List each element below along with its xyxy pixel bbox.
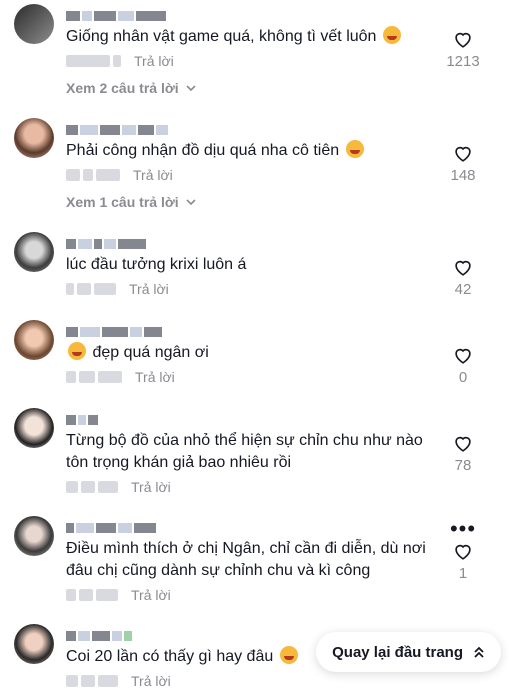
comment-meta: Trả lời — [66, 672, 171, 690]
heart-outline-icon — [455, 348, 471, 364]
heart-outline-icon — [455, 544, 471, 560]
heart-outline-icon — [455, 32, 471, 48]
reply-button[interactable]: Trả lời — [133, 167, 173, 183]
comment-text: Phải công nhận đồ dịu quá nha cô tiên — [66, 140, 446, 162]
rofl-emoji-icon — [279, 646, 298, 664]
like-button[interactable]: 78 — [443, 432, 483, 474]
comment-text: lúc đầu tưởng krixi luôn á — [66, 256, 247, 273]
reply-button[interactable]: Trả lời — [135, 369, 175, 385]
username-blurred[interactable] — [66, 238, 186, 250]
heart-outline-icon — [455, 146, 471, 162]
heart-outline-icon — [455, 436, 471, 452]
username-blurred[interactable] — [66, 326, 186, 338]
like-button[interactable]: 1 — [443, 540, 483, 582]
comment-meta: Trả lời — [66, 166, 173, 184]
reply-button[interactable]: Trả lời — [129, 281, 169, 297]
avatar[interactable] — [14, 624, 54, 664]
reply-button[interactable]: Trả lời — [131, 587, 171, 603]
view-replies-button[interactable]: Xem 2 câu trả lời — [66, 80, 197, 96]
username-blurred[interactable] — [66, 124, 186, 136]
back-to-top-button[interactable]: Quay lại đầu trang — [316, 632, 501, 672]
avatar[interactable] — [14, 408, 54, 448]
view-replies-button[interactable]: Xem 1 câu trả lời — [66, 194, 197, 210]
comment-text: Giống nhân vật game quá, không tì vết lu… — [66, 26, 446, 48]
like-button[interactable]: 1213 — [443, 28, 483, 70]
like-count: 148 — [450, 167, 476, 184]
username-blurred[interactable] — [66, 10, 186, 22]
comment-text: đẹp quá ngân ơi — [66, 342, 446, 364]
username-blurred[interactable] — [66, 630, 146, 642]
like-count: 0 — [458, 369, 468, 386]
like-button[interactable]: 148 — [443, 142, 483, 184]
reply-button[interactable]: Trả lời — [131, 673, 171, 689]
like-button[interactable]: 42 — [443, 256, 483, 298]
heart-outline-icon — [455, 260, 471, 276]
view-replies-label: Xem 1 câu trả lời — [66, 194, 179, 210]
comment-meta: Trả lời — [66, 52, 174, 70]
back-to-top-label: Quay lại đầu trang — [332, 643, 463, 661]
reply-button[interactable]: Trả lời — [131, 479, 171, 495]
username-blurred[interactable] — [66, 522, 186, 534]
comment-meta: Trả lời — [66, 280, 169, 298]
like-count: 1213 — [446, 53, 480, 70]
chevron-down-icon — [186, 85, 196, 92]
avatar[interactable] — [14, 118, 54, 158]
like-count: 78 — [454, 457, 472, 474]
avatar[interactable] — [14, 232, 54, 272]
double-chevron-up-icon — [474, 646, 484, 658]
comment-meta: Trả lời — [66, 478, 171, 496]
username-blurred[interactable] — [66, 414, 106, 426]
avatar[interactable] — [14, 516, 54, 556]
comment-text: Từng bộ đồ của nhỏ thể hiện sự chỉn chu … — [66, 432, 423, 471]
view-replies-label: Xem 2 câu trả lời — [66, 80, 179, 96]
avatar[interactable] — [14, 4, 54, 44]
comment-meta: Trả lời — [66, 586, 171, 604]
laughing-emoji-icon — [382, 26, 401, 44]
like-count: 42 — [454, 281, 472, 298]
smiling-emoji-icon — [345, 140, 364, 158]
like-count: 1 — [458, 565, 468, 582]
like-button[interactable]: 0 — [443, 344, 483, 386]
reply-button[interactable]: Trả lời — [134, 53, 174, 69]
comment-meta: Trả lời — [66, 368, 175, 386]
avatar[interactable] — [14, 320, 54, 360]
chevron-down-icon — [186, 199, 196, 206]
comment-text: Điều mình thích ở chị Ngân, chỉ cần đi d… — [66, 540, 426, 579]
more-dots-icon[interactable]: ••• — [443, 518, 483, 540]
laughing-emoji-icon — [68, 342, 86, 360]
